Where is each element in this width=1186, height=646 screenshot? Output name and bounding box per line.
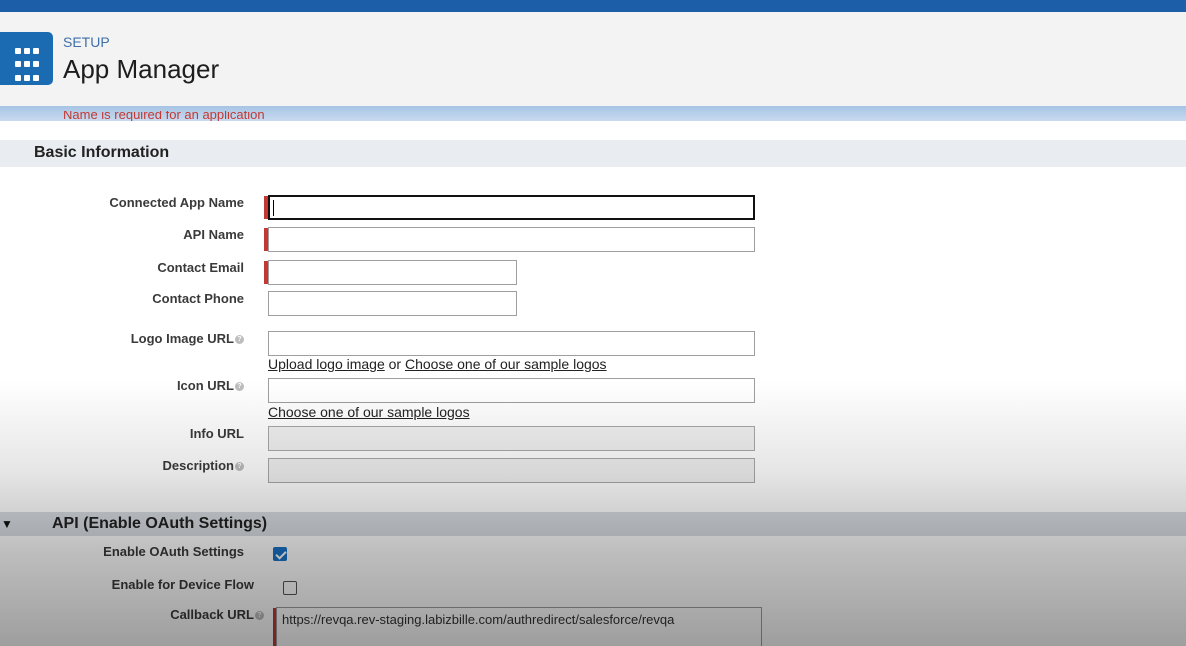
collapse-triangle-icon[interactable]: ▼ xyxy=(1,517,13,531)
basic-information-title: Basic Information xyxy=(34,144,170,161)
contact-email-input[interactable] xyxy=(268,260,517,285)
contact-phone-label: Contact Phone xyxy=(152,291,244,306)
setup-eyebrow: SETUP xyxy=(63,34,110,50)
description-label: Description? xyxy=(0,458,244,473)
logo-links: Upload logo image or Choose one of our s… xyxy=(268,356,607,372)
help-icon[interactable]: ? xyxy=(255,611,264,621)
logo-links-or: or xyxy=(388,356,402,372)
icon-url-input[interactable] xyxy=(268,378,755,403)
logo-image-url-label: Logo Image URL? xyxy=(0,331,244,346)
device-flow-label: Enable for Device Flow xyxy=(111,577,254,592)
choose-sample-icon-link[interactable]: Choose one of our sample logos xyxy=(268,404,470,420)
api-section-title: API (Enable OAuth Settings) xyxy=(52,515,268,532)
icon-links: Choose one of our sample logos xyxy=(268,404,470,420)
logo-image-url-input[interactable] xyxy=(268,331,755,356)
contact-email-label: Contact Email xyxy=(157,260,244,275)
callback-url-label: Callback URL? xyxy=(20,607,264,622)
help-icon[interactable]: ? xyxy=(235,335,244,345)
api-name-input[interactable] xyxy=(268,227,755,252)
help-icon[interactable]: ? xyxy=(235,382,244,392)
contact-phone-input[interactable] xyxy=(268,291,517,316)
info-url-label: Info URL xyxy=(189,426,244,441)
basic-information-section-bar xyxy=(0,140,1186,167)
upload-logo-link[interactable]: Upload logo image xyxy=(268,356,385,372)
device-flow-checkbox[interactable] xyxy=(283,581,297,595)
enable-oauth-label: Enable OAuth Settings xyxy=(103,544,244,559)
app-launcher-grid-icon[interactable] xyxy=(0,32,53,85)
api-name-label: API Name xyxy=(183,227,244,242)
connected-app-name-label: Connected App Name xyxy=(109,195,244,210)
choose-sample-logo-link[interactable]: Choose one of our sample logos xyxy=(405,356,607,372)
icon-url-label: Icon URL? xyxy=(0,378,244,393)
info-url-input[interactable] xyxy=(268,426,755,451)
connected-app-name-input[interactable] xyxy=(268,195,755,220)
help-icon[interactable]: ? xyxy=(235,462,244,472)
description-input[interactable] xyxy=(268,458,755,483)
error-message: Name is required for an application xyxy=(63,111,265,121)
header-pattern-band xyxy=(0,0,1186,12)
page-title: App Manager xyxy=(63,54,220,84)
callback-url-textarea[interactable]: https://revqa.rev-staging.labizbille.com… xyxy=(276,607,762,646)
enable-oauth-checkbox[interactable] xyxy=(273,547,287,561)
